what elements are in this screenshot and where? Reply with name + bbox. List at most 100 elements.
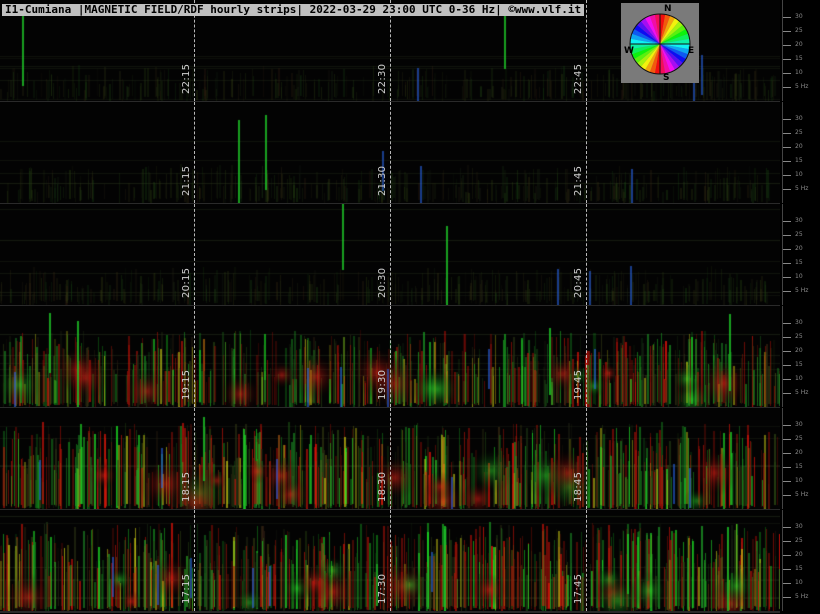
frequency-tick-label: 20 — [795, 41, 803, 48]
frequency-tick — [783, 277, 791, 278]
frequency-scale: 30 25 20 15 10 5 Hz — [782, 510, 820, 611]
frequency-tick-label: 30 — [795, 319, 803, 326]
time-gridline — [390, 306, 391, 407]
frequency-tick — [783, 291, 791, 292]
frequency-tick — [783, 527, 791, 528]
time-gridline — [390, 408, 391, 509]
frequency-tick-label: 10 — [795, 477, 803, 484]
frequency-tick — [783, 439, 791, 440]
time-label: 18:30 — [377, 471, 388, 502]
frequency-tick — [783, 73, 791, 74]
frequency-tick-label: 10 — [795, 69, 803, 76]
frequency-tick — [783, 393, 791, 394]
frequency-tick — [783, 495, 791, 496]
frequency-tick — [783, 541, 791, 542]
time-gridline — [586, 408, 587, 509]
frequency-tick — [783, 481, 791, 482]
frequency-tick — [783, 31, 791, 32]
time-label: 20:15 — [181, 267, 192, 298]
time-gridline — [586, 102, 587, 203]
spectrogram-strip-21: 21:15 21:30 21:45 — [0, 102, 780, 205]
frequency-tick-label: 10 — [795, 375, 803, 382]
time-label: 17:45 — [573, 573, 584, 604]
frequency-tick-label: 20 — [795, 449, 803, 456]
time-gridline — [586, 0, 587, 101]
frequency-tick — [783, 119, 791, 120]
header-title: I1-Cumiana |MAGNETIC FIELD/RDF hourly st… — [2, 4, 585, 16]
frequency-tick — [783, 161, 791, 162]
frequency-tick-label: 30 — [795, 523, 803, 530]
spectrogram-strip-18: 18:15 18:30 18:45 — [0, 408, 780, 511]
time-gridline — [194, 306, 195, 407]
frequency-tick-label: 20 — [795, 347, 803, 354]
frequency-tick-label: 10 — [795, 579, 803, 586]
frequency-tick — [783, 323, 791, 324]
time-label: 18:15 — [181, 471, 192, 502]
frequency-tick — [783, 597, 791, 598]
frequency-tick-label: 25 — [795, 231, 803, 238]
frequency-tick-label: 25 — [795, 333, 803, 340]
frequency-tick-label: 30 — [795, 115, 803, 122]
frequency-tick-label: 10 — [795, 171, 803, 178]
time-gridline — [390, 102, 391, 203]
frequency-tick — [783, 555, 791, 556]
frequency-scale: 30 25 20 15 10 5 Hz — [782, 102, 820, 203]
frequency-tick-label: 15 — [795, 565, 803, 572]
frequency-tick — [783, 263, 791, 264]
frequency-tick — [783, 175, 791, 176]
spectrogram-strip-17: 17:15 17:30 17:45 — [0, 510, 780, 613]
time-gridline — [586, 204, 587, 305]
time-label: 21:45 — [573, 165, 584, 196]
frequency-tick-label: 5 Hz — [795, 83, 809, 90]
time-label: 22:45 — [573, 63, 584, 94]
time-label: 21:30 — [377, 165, 388, 196]
time-label: 20:45 — [573, 267, 584, 298]
frequency-scale: 30 25 20 15 10 5 Hz — [782, 306, 820, 407]
time-gridline — [390, 510, 391, 611]
frequency-tick — [783, 467, 791, 468]
frequency-tick-label: 5 Hz — [795, 287, 809, 294]
frequency-tick — [783, 45, 791, 46]
frequency-tick — [783, 379, 791, 380]
spectrogram-strip-19: 19:15 19:30 19:45 — [0, 306, 780, 409]
time-label: 22:30 — [377, 63, 388, 94]
frequency-tick-label: 30 — [795, 421, 803, 428]
time-label: 17:30 — [377, 573, 388, 604]
frequency-tick-label: 25 — [795, 537, 803, 544]
frequency-tick-label: 20 — [795, 245, 803, 252]
time-gridline — [586, 306, 587, 407]
compass-east-label: E — [688, 46, 695, 56]
time-label: 22:15 — [181, 63, 192, 94]
time-label: 20:30 — [377, 267, 388, 298]
time-gridline — [194, 408, 195, 509]
time-gridline — [194, 204, 195, 305]
frequency-tick-label: 15 — [795, 157, 803, 164]
frequency-tick — [783, 17, 791, 18]
time-label: 19:30 — [377, 369, 388, 400]
frequency-tick — [783, 583, 791, 584]
direction-color-wheel-icon — [629, 13, 691, 75]
frequency-tick — [783, 351, 791, 352]
frequency-tick — [783, 235, 791, 236]
frequency-tick-label: 20 — [795, 143, 803, 150]
time-label: 19:15 — [181, 369, 192, 400]
frequency-scale: 30 25 20 15 10 5 Hz — [782, 204, 820, 305]
frequency-tick — [783, 337, 791, 338]
time-gridline — [390, 204, 391, 305]
frequency-tick — [783, 87, 791, 88]
frequency-tick-label: 20 — [795, 551, 803, 558]
frequency-tick — [783, 453, 791, 454]
frequency-tick — [783, 147, 791, 148]
frequency-tick-label: 15 — [795, 259, 803, 266]
frequency-tick — [783, 249, 791, 250]
compass-west-label: W — [624, 46, 634, 56]
time-label: 18:45 — [573, 471, 584, 502]
frequency-tick-label: 5 Hz — [795, 185, 809, 192]
frequency-tick-label: 25 — [795, 27, 803, 34]
frequency-tick-label: 5 Hz — [795, 389, 809, 396]
frequency-scale: 30 25 20 15 10 5 Hz — [782, 408, 820, 509]
time-label: 19:45 — [573, 369, 584, 400]
time-gridline — [586, 510, 587, 611]
frequency-tick-label: 30 — [795, 217, 803, 224]
time-gridline — [194, 102, 195, 203]
